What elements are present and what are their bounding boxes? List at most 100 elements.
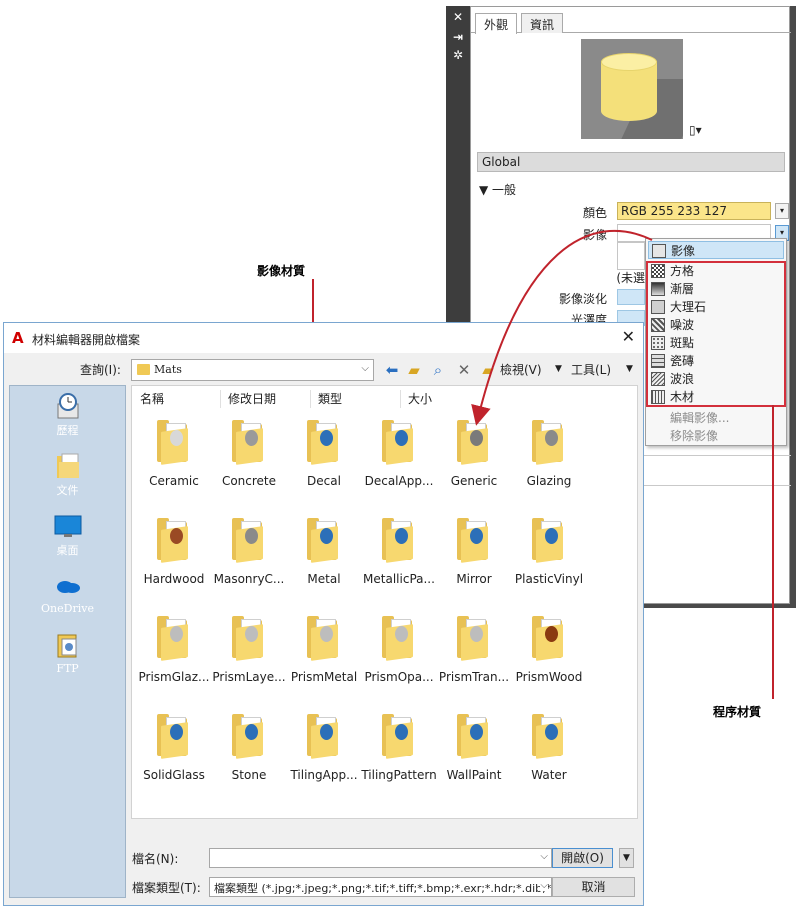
procedural-material-callout: 程序材質 bbox=[713, 705, 762, 719]
chevron-down-icon: ⌵ bbox=[540, 851, 548, 862]
file-item-label: PrismLaye... bbox=[212, 670, 286, 684]
section-general-header[interactable]: ▼ 一般 bbox=[479, 181, 516, 198]
folder-icon bbox=[457, 518, 491, 563]
file-item[interactable]: MasonryC... bbox=[210, 518, 288, 586]
file-item-label: Mirror bbox=[456, 572, 492, 586]
file-item[interactable]: PrismGlaz... bbox=[135, 616, 213, 684]
color-value-field[interactable]: RGB 255 233 127 bbox=[617, 202, 771, 220]
file-item-label: MetallicPa... bbox=[363, 572, 435, 586]
folder-icon bbox=[157, 420, 191, 465]
folder-icon bbox=[382, 518, 416, 563]
color-dropdown-button[interactable]: ▾ bbox=[775, 203, 789, 219]
file-item[interactable]: Mirror bbox=[435, 518, 513, 586]
column-name[interactable]: 名稱 bbox=[136, 388, 164, 410]
file-item[interactable]: TilingPattern bbox=[360, 714, 438, 782]
file-item[interactable]: Generic bbox=[435, 420, 513, 488]
file-item[interactable]: WallPaint bbox=[435, 714, 513, 782]
place-ftp[interactable]: FTP bbox=[10, 632, 125, 675]
place-history[interactable]: 歷程 bbox=[10, 392, 125, 438]
column-separator bbox=[220, 390, 221, 408]
lookin-select[interactable]: Mats ⌵ bbox=[131, 359, 374, 381]
chevron-down-icon[interactable]: ▼ bbox=[555, 364, 562, 374]
lookin-label: 查詢(I): bbox=[80, 363, 121, 377]
close-icon[interactable]: ✕ bbox=[451, 10, 465, 24]
folder-icon bbox=[532, 616, 566, 661]
filename-label: 檔名(N): bbox=[132, 852, 179, 866]
menu-item-remove-image: 移除影像 bbox=[670, 429, 719, 443]
menu-item-edit-image: 編輯影像... bbox=[670, 411, 730, 425]
file-item-label: Decal bbox=[307, 474, 341, 488]
column-type[interactable]: 類型 bbox=[314, 388, 342, 410]
tools-menu[interactable]: 工具(L) bbox=[571, 361, 611, 378]
file-item[interactable]: Metal bbox=[285, 518, 363, 586]
image-fade-label: 影像淡化 bbox=[558, 292, 607, 306]
views-menu[interactable]: 檢視(V) bbox=[500, 361, 542, 378]
column-size[interactable]: 大小 bbox=[404, 388, 432, 410]
folder-icon bbox=[157, 616, 191, 661]
file-item-label: Generic bbox=[450, 474, 498, 488]
file-item-label: PrismGlaz... bbox=[138, 670, 210, 684]
file-item[interactable]: Ceramic bbox=[135, 420, 213, 488]
folder-icon bbox=[457, 420, 491, 465]
image-fade-field[interactable] bbox=[617, 289, 645, 305]
open-options-button[interactable]: ▼ bbox=[619, 848, 634, 868]
file-item[interactable]: DecalApp... bbox=[360, 420, 438, 488]
file-item[interactable]: PrismWood bbox=[510, 616, 588, 684]
cancel-button[interactable]: 取消 bbox=[552, 877, 635, 897]
preview-shape-dropdown-icon[interactable]: ▯▾ bbox=[689, 123, 702, 137]
folder-icon bbox=[157, 518, 191, 563]
folder-icon bbox=[532, 714, 566, 759]
file-item[interactable]: PrismOpa... bbox=[360, 616, 438, 684]
file-item[interactable]: Concrete bbox=[210, 420, 288, 488]
editor-tabs: 外觀 資訊 bbox=[471, 13, 791, 34]
autocad-logo-icon: A bbox=[12, 329, 24, 347]
chevron-down-icon[interactable]: ▼ bbox=[626, 364, 633, 374]
file-item[interactable]: Water bbox=[510, 714, 588, 782]
place-desktop[interactable]: 桌面 bbox=[10, 512, 125, 558]
folder-icon bbox=[307, 616, 341, 661]
filename-input[interactable]: ⌵ bbox=[209, 848, 552, 868]
place-onedrive[interactable]: OneDrive bbox=[10, 572, 125, 615]
file-item[interactable]: PrismTran... bbox=[435, 616, 513, 684]
file-item[interactable]: PrismMetal bbox=[285, 616, 363, 684]
preview-cylinder-top bbox=[601, 53, 657, 71]
file-item[interactable]: PlasticVinyl bbox=[510, 518, 588, 586]
up-folder-icon[interactable]: ▰ bbox=[404, 360, 424, 380]
file-item[interactable]: Hardwood bbox=[135, 518, 213, 586]
file-item[interactable]: Stone bbox=[210, 714, 288, 782]
tab-information[interactable]: 資訊 bbox=[521, 13, 564, 33]
file-item[interactable]: MetallicPa... bbox=[360, 518, 438, 586]
image-thumbnail-slot[interactable] bbox=[617, 242, 645, 270]
place-documents[interactable]: 文件 bbox=[10, 452, 125, 498]
file-item-label: PrismOpa... bbox=[364, 670, 434, 684]
filetype-select[interactable]: 檔案類型 (*.jpg;*.jpeg;*.png;*.tif;*.tiff;*.… bbox=[209, 877, 552, 897]
folder-icon bbox=[307, 714, 341, 759]
file-item[interactable]: SolidGlass bbox=[135, 714, 213, 782]
documents-icon bbox=[56, 453, 79, 478]
file-item[interactable]: Decal bbox=[285, 420, 363, 488]
close-icon[interactable]: ✕ bbox=[622, 327, 635, 346]
file-item-label: WallPaint bbox=[446, 768, 502, 782]
search-web-icon[interactable]: ⌕ bbox=[428, 360, 448, 380]
pin-icon[interactable]: ⇥ bbox=[451, 30, 465, 44]
column-date-modified[interactable]: 修改日期 bbox=[224, 388, 276, 410]
material-name-field[interactable]: Global bbox=[477, 152, 785, 172]
delete-icon[interactable]: ✕ bbox=[454, 360, 474, 380]
folder-icon bbox=[307, 420, 341, 465]
menu-item-image[interactable]: 影像 bbox=[648, 241, 784, 259]
folder-icon bbox=[382, 420, 416, 465]
file-item[interactable]: TilingApp... bbox=[285, 714, 363, 782]
back-icon[interactable]: ⬅ bbox=[382, 360, 402, 380]
ftp-icon bbox=[57, 634, 76, 658]
image-material-callout: 影像材質 bbox=[257, 264, 306, 278]
folder-icon bbox=[232, 518, 266, 563]
settings-icon[interactable]: ✲ bbox=[451, 48, 465, 62]
open-button[interactable]: 開啟(O) bbox=[552, 848, 613, 868]
file-item-label: Hardwood bbox=[143, 572, 205, 586]
desktop-icon bbox=[54, 515, 81, 537]
tab-appearance[interactable]: 外觀 bbox=[475, 13, 518, 34]
file-item[interactable]: PrismLaye... bbox=[210, 616, 288, 684]
file-item-label: MasonryC... bbox=[213, 572, 285, 586]
file-item[interactable]: Glazing bbox=[510, 420, 588, 488]
new-folder-icon[interactable]: ▰ bbox=[478, 360, 498, 380]
